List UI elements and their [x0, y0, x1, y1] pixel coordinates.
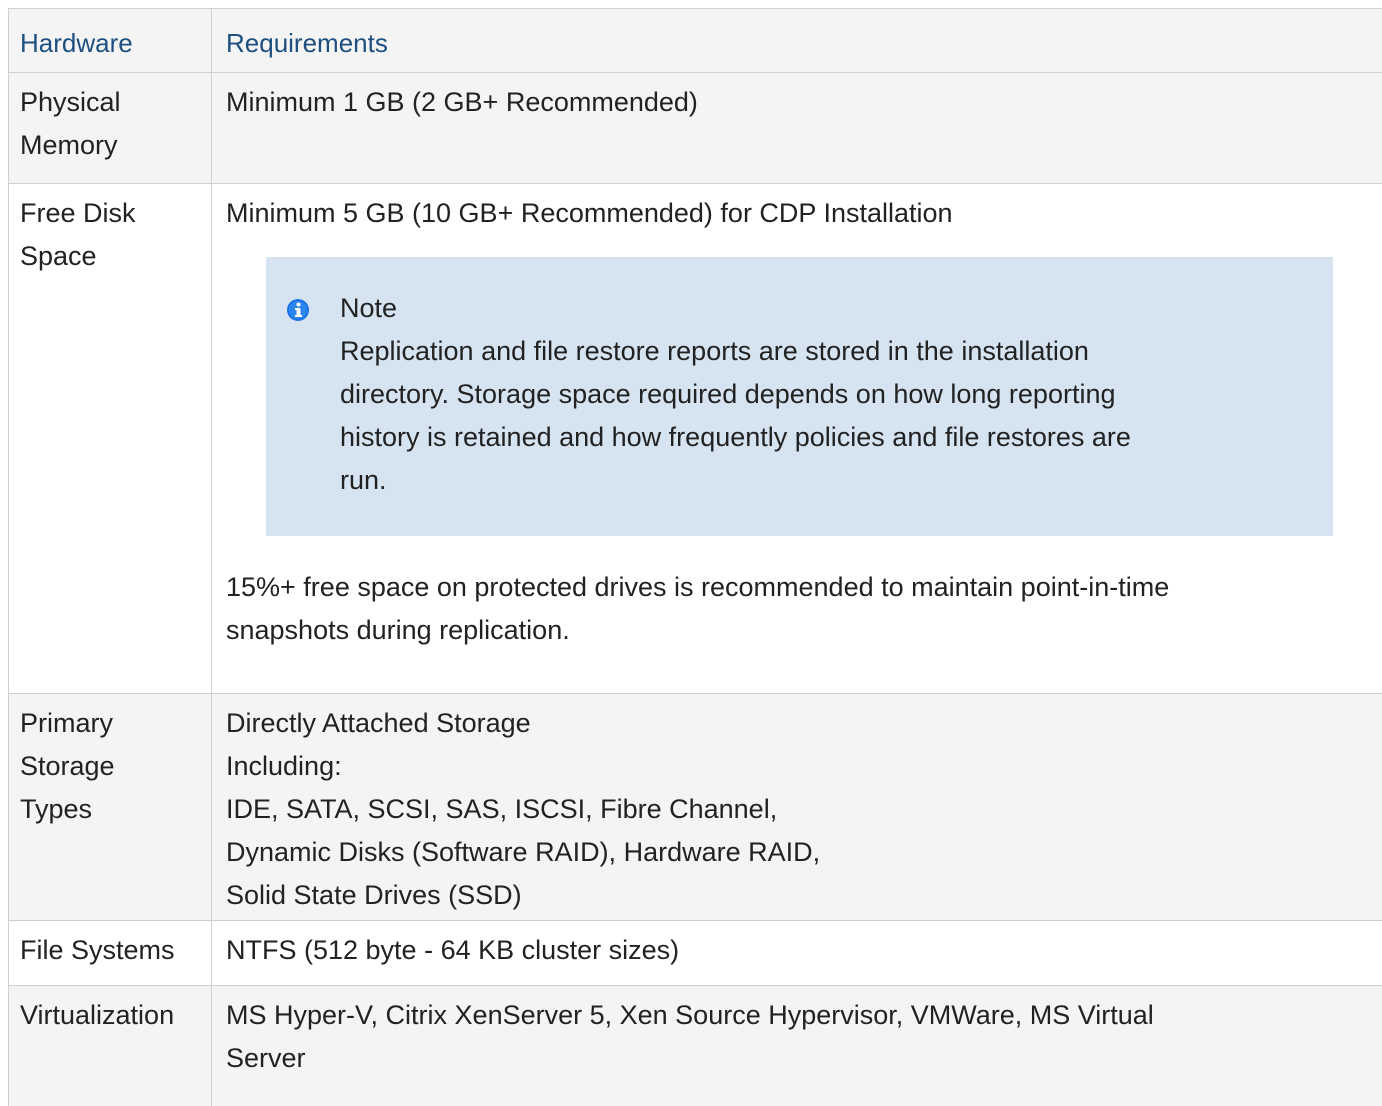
requirement-cell: NTFS (512 byte - 64 KB cluster sizes) — [212, 921, 1382, 985]
hardware-label-line: File Systems — [20, 935, 175, 965]
note-line: directory. Storage space required depend… — [340, 379, 1116, 409]
table-row-physical-memory: Physical Memory Minimum 1 GB (2 GB+ Reco… — [9, 73, 1382, 184]
requirement-text: Minimum 1 GB (2 GB+ Recommended) — [226, 87, 698, 117]
table-row-file-systems: File Systems NTFS (512 byte - 64 KB clus… — [9, 921, 1382, 986]
hardware-label-line: Primary — [20, 708, 113, 738]
requirement-cell: Minimum 1 GB (2 GB+ Recommended) — [212, 73, 1382, 183]
hardware-cell: File Systems — [9, 921, 212, 985]
requirement-text: Directly Attached Storage — [226, 708, 531, 738]
hardware-cell: Free Disk Space — [9, 184, 212, 693]
table-row-virtualization: Virtualization MS Hyper-V, Citrix XenSer… — [9, 986, 1382, 1106]
hardware-label-line: Virtualization — [20, 1000, 175, 1030]
note-line: run. — [340, 465, 387, 495]
requirements-table: Hardware Requirements Physical Memory Mi… — [8, 8, 1382, 1106]
note-body: Note Replication and file restore report… — [340, 287, 1131, 502]
hardware-label-line: Storage — [20, 751, 115, 781]
note-line: history is retained and how frequently p… — [340, 422, 1131, 452]
requirement-text: MS Hyper-V, Citrix XenServer 5, Xen Sour… — [226, 1000, 1154, 1030]
hardware-label-line: Space — [20, 241, 97, 271]
requirement-text: Dynamic Disks (Software RAID), Hardware … — [226, 837, 821, 867]
hardware-label-line: Physical — [20, 87, 121, 117]
requirement-text: 15%+ free space on protected drives is r… — [226, 572, 1170, 602]
requirement-cell: MS Hyper-V, Citrix XenServer 5, Xen Sour… — [212, 986, 1382, 1106]
hardware-cell: Physical Memory — [9, 73, 212, 183]
hardware-label-line: Memory — [20, 130, 118, 160]
requirement-cell: Minimum 5 GB (10 GB+ Recommended) for CD… — [212, 184, 1382, 693]
requirement-text: Solid State Drives (SSD) — [226, 880, 522, 910]
info-icon — [286, 292, 316, 502]
note-title: Note — [340, 293, 398, 323]
note-line: Replication and file restore reports are… — [340, 336, 1089, 366]
requirement-text: snapshots during replication. — [226, 615, 570, 645]
hardware-cell: Virtualization — [9, 986, 212, 1106]
requirement-text: Including: — [226, 751, 342, 781]
table-header-row: Hardware Requirements — [9, 9, 1382, 73]
hardware-label-line: Types — [20, 794, 93, 824]
requirement-text: NTFS (512 byte - 64 KB cluster sizes) — [226, 935, 680, 965]
hardware-label-line: Free Disk — [20, 198, 136, 228]
table-row-primary-storage-types: Primary Storage Types Directly Attached … — [9, 694, 1382, 921]
header-hardware: Hardware — [9, 9, 212, 72]
hardware-cell: Primary Storage Types — [9, 694, 212, 920]
requirement-cell: Directly Attached Storage Including: IDE… — [212, 694, 1382, 920]
requirement-text: Minimum 5 GB (10 GB+ Recommended) for CD… — [226, 198, 953, 228]
table-row-free-disk-space: Free Disk Space Minimum 5 GB (10 GB+ Rec… — [9, 184, 1382, 694]
requirement-text: IDE, SATA, SCSI, SAS, ISCSI, Fibre Chann… — [226, 794, 778, 824]
requirement-text: Server — [226, 1043, 306, 1073]
header-requirements: Requirements — [226, 28, 388, 58]
note-callout: Note Replication and file restore report… — [266, 257, 1333, 536]
